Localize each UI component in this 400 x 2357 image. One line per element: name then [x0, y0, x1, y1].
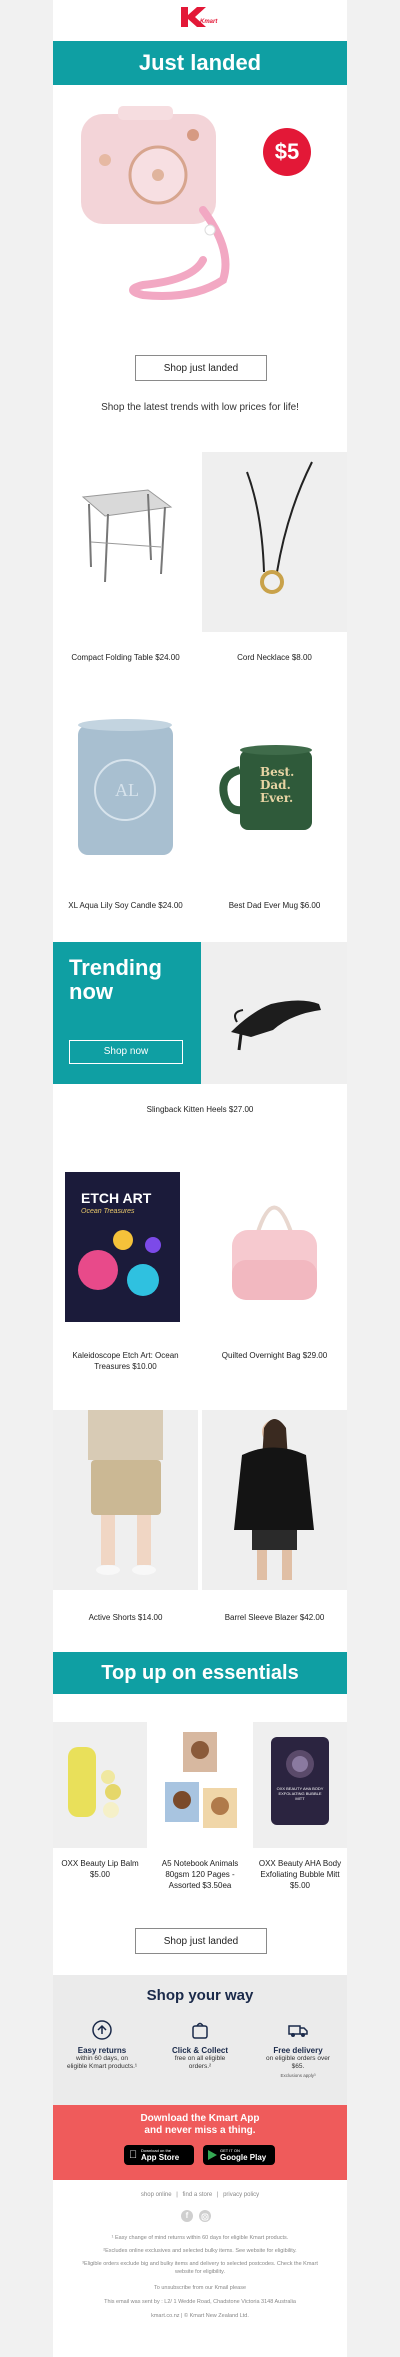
product-label[interactable]: Cord Necklace $8.00: [202, 652, 347, 663]
product-label[interactable]: Kaleidoscope Etch Art: Ocean Treasures $…: [63, 1350, 188, 1372]
soy-candle-image[interactable]: AL: [53, 700, 198, 880]
essentials-banner: Top up on essentials: [53, 1652, 347, 1694]
shop-now-button[interactable]: Shop now: [69, 1040, 183, 1064]
instagram-icon[interactable]: [199, 2210, 211, 2222]
product-label[interactable]: XL Aqua Lily Soy Candle $24.00: [53, 900, 198, 911]
essentials-title: Top up on essentials: [101, 1662, 299, 1684]
product-label[interactable]: Active Shorts $14.00: [53, 1612, 198, 1623]
notebook-image[interactable]: [153, 1722, 247, 1848]
mug-text: Best. Dad. Ever.: [260, 765, 295, 805]
returns-icon: [92, 2020, 112, 2040]
header: Kmart: [53, 0, 347, 40]
lip-balm-image[interactable]: [53, 1722, 147, 1848]
kmart-logo[interactable]: Kmart: [175, 5, 225, 29]
click-collect-col: Click & Collect free on all eligible ord…: [151, 2019, 249, 2071]
product-label[interactable]: Barrel Sleeve Blazer $42.00: [202, 1612, 347, 1623]
price-badge: $5: [263, 128, 311, 176]
trending-title: Trending now: [69, 955, 162, 1004]
easy-returns-col: Easy returns within 60 days, on eligible…: [53, 2019, 151, 2071]
trending-panel: Trending now Shop now: [53, 942, 201, 1084]
product-label[interactable]: Compact Folding Table $24.00: [53, 652, 198, 663]
footer-link-store[interactable]: find a store: [183, 2192, 213, 2198]
overnight-bag-image[interactable]: [202, 1160, 347, 1340]
etch-art-brand: ETCH ART: [81, 1190, 152, 1206]
app-banner: Download the Kmart App and never miss a …: [53, 2105, 347, 2180]
just-landed-title: Just landed: [138, 50, 262, 75]
etch-art-image[interactable]: ETCH ART Ocean Treasures: [53, 1160, 198, 1340]
just-landed-banner: Just landed: [53, 41, 347, 85]
free-delivery-col: Free delivery on eligible orders over $6…: [249, 2019, 347, 2078]
legal-1: ¹ Easy change of mind returns within 60 …: [111, 2235, 289, 2241]
app-store-button[interactable]:  Download on the App Store: [124, 2145, 194, 2165]
bubble-mitt-image[interactable]: OXX BEAUTY AHA BODY EXFOLIATING BUBBLE M…: [253, 1722, 347, 1848]
truck-icon: [288, 2025, 308, 2037]
hero-camera-image[interactable]: $5: [53, 100, 347, 330]
svg-text:AL: AL: [115, 780, 139, 800]
blazer-image[interactable]: [202, 1410, 347, 1590]
shop-just-landed-button[interactable]: Shop just landed: [135, 355, 267, 381]
shop-your-way-title: Shop your way: [146, 1987, 254, 2004]
cord-necklace-image[interactable]: [202, 452, 347, 632]
product-label[interactable]: Best Dad Ever Mug $6.00: [202, 900, 347, 911]
folding-table-image[interactable]: [53, 452, 198, 632]
email-container: Kmart Just landed $5 Shop just landed Sh…: [53, 0, 347, 2357]
product-label[interactable]: Slingback Kitten Heels $27.00: [53, 1104, 347, 1115]
footer-link-privacy[interactable]: privacy policy: [223, 2192, 259, 2198]
shop-your-way-section: Shop your way Easy returns within 60 day…: [53, 1975, 347, 2105]
app-banner-line1: Download the Kmart App: [140, 2113, 260, 2124]
dad-mug-image[interactable]: Best. Dad. Ever.: [202, 700, 347, 880]
copyright-text: kmart.co.nz | © Kmart New Zealand Ltd.: [151, 2313, 249, 2319]
product-label[interactable]: OXX Beauty AHA Body Exfoliating Bubble M…: [253, 1858, 347, 1891]
svg-text:Kmart: Kmart: [200, 19, 218, 25]
play-icon: [208, 2150, 217, 2160]
hero-tagline: Shop the latest trends with low prices f…: [101, 402, 299, 413]
google-play-button[interactable]: GET IT ON Google Play: [203, 2145, 275, 2165]
footer-links: shop online | find a store | privacy pol…: [140, 2192, 260, 2198]
kitten-heels-image[interactable]: [201, 942, 347, 1084]
legal-3: ³Eligible orders exclude big and bulky i…: [82, 2261, 318, 2275]
product-label[interactable]: OXX Beauty Lip Balm $5.00: [53, 1858, 147, 1880]
unsubscribe-text[interactable]: To unsubscribe from our Kmail please: [73, 2284, 327, 2292]
sent-by-text: This email was sent by : L2/ 1 Wedde Roa…: [104, 2299, 296, 2305]
product-label[interactable]: A5 Notebook Animals 80gsm 120 Pages - As…: [151, 1858, 249, 1891]
legal-2: ²Excludes online exclusives and selected…: [103, 2248, 297, 2254]
active-shorts-image[interactable]: [53, 1410, 198, 1590]
bag-icon: [192, 2022, 208, 2039]
footer-link-shop[interactable]: shop online: [141, 2192, 172, 2198]
shop-just-landed-button-2[interactable]: Shop just landed: [135, 1928, 267, 1954]
mitt-pack-text: OXX BEAUTY AHA BODY EXFOLIATING BUBBLE M…: [276, 1786, 324, 1801]
apple-icon: : [129, 2149, 137, 2161]
app-banner-line2: and never miss a thing.: [144, 2125, 256, 2136]
product-label[interactable]: Quilted Overnight Bag $29.00: [202, 1350, 347, 1361]
etch-art-sub: Ocean Treasures: [81, 1208, 135, 1215]
facebook-icon[interactable]: f: [181, 2210, 193, 2222]
